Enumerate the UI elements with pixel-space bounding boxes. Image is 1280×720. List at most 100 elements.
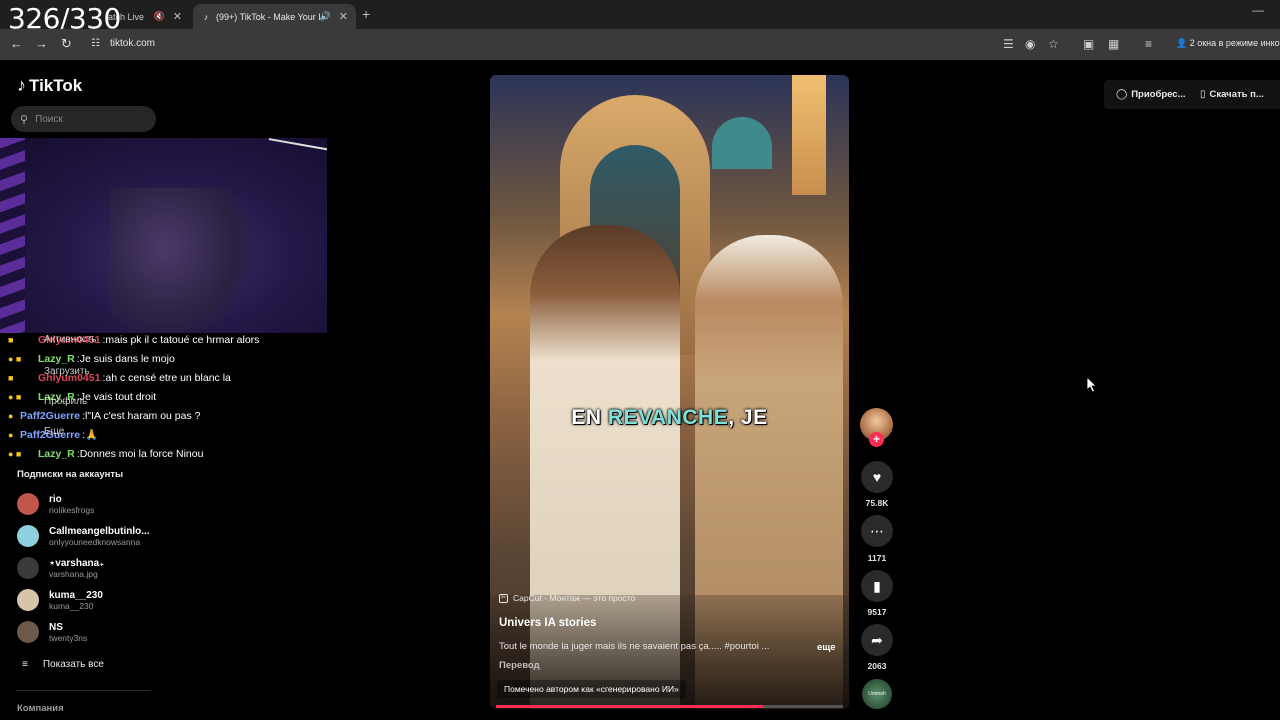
divider (16, 690, 151, 691)
download-label: Скачать п... (1209, 88, 1264, 100)
chat-message: Je vais tout droit (79, 390, 157, 403)
subscription-handle: riolikesfrogs (49, 504, 95, 515)
capcut-link[interactable]: ✂ CapCut - Монтаж — это просто (499, 593, 635, 603)
new-tab-button[interactable]: + (362, 6, 370, 22)
tiktok-icon: ♪ (203, 11, 209, 22)
like-count: 75.8K (865, 498, 889, 508)
subscription-item[interactable]: kuma__230 kuma__230 (17, 586, 103, 614)
chat-user: Lazy_R (38, 352, 75, 365)
logo-text: TikTok (29, 75, 83, 95)
video-player[interactable]: EN REVANCHE, JE ✂ CapCut - Монтаж — это … (490, 75, 849, 709)
disc-label: Ummah (868, 691, 886, 697)
sidebar-item-upload[interactable]: Загрузить (44, 366, 90, 377)
close-icon[interactable]: ✕ (339, 10, 348, 23)
chat-message: mais pk il c tatoué ce hrmar alors (105, 333, 260, 346)
badge-icon: ● ■ (8, 448, 22, 459)
webcam-overlay (0, 138, 327, 333)
reading-list-icon[interactable]: ≡ (1145, 37, 1152, 51)
save-button[interactable]: ▮ (861, 570, 893, 602)
show-all-button[interactable]: ≡ Показать все (22, 659, 104, 670)
caption-rest: , JE (728, 406, 768, 429)
chat-message: Donnes moi la force Ninou (79, 447, 204, 460)
search-input[interactable]: ⚲ Поиск (11, 106, 156, 132)
sidebar-item-activity[interactable]: Активность (44, 334, 97, 345)
extension-icon[interactable]: ▣ (1083, 37, 1094, 51)
video-author[interactable]: Univers IA stories (499, 617, 596, 629)
incognito-indicator[interactable]: 👤 2 окна в режиме инког (1176, 38, 1280, 49)
subscription-item[interactable]: NS twenty3ns (17, 618, 87, 646)
subscription-handle: twenty3ns (49, 632, 88, 643)
avatar (17, 621, 39, 643)
puzzle-icon[interactable]: ▦ (1108, 37, 1119, 51)
subscription-name: ⋆varshana₊ (49, 557, 105, 569)
subscription-item[interactable]: Callmeangelbutinlo... onlyyouneedknowsann… (17, 522, 150, 550)
caption-highlight: REVANCHE (607, 406, 729, 429)
caption-plain: EN (571, 406, 608, 429)
comment-icon: ⋯ (870, 522, 884, 539)
reload-icon[interactable]: ↻ (61, 36, 72, 52)
back-icon[interactable]: ← (10, 36, 23, 51)
coin-icon: ◯ (1116, 88, 1128, 100)
translate-button[interactable]: Перевод (499, 660, 540, 671)
music-disc[interactable]: Ummah (862, 679, 892, 709)
like-button[interactable]: ♥ (861, 461, 893, 493)
sidebar-item-more[interactable]: Еще (44, 426, 64, 437)
badge-icon: ● ■ (8, 391, 22, 402)
chat-message: l"IA c'est haram ou pas ? (85, 409, 201, 422)
star-icon[interactable]: ☆ (1048, 37, 1059, 51)
badge-icon: ■ (8, 372, 14, 383)
tiktok-note-icon: ♪ (17, 75, 26, 95)
progress-fill (496, 705, 764, 708)
ai-generated-tag: Помечено автором как «сгенерировано ИИ» (497, 680, 686, 698)
translate-icon[interactable]: ☰ (1003, 37, 1014, 51)
speaker-icon[interactable]: 🔊 (320, 11, 331, 22)
badge-icon: ■ (8, 334, 14, 345)
minimize-button[interactable]: — (1252, 3, 1264, 17)
bookmark-icon: ▮ (873, 577, 881, 594)
list-icon: ≡ (22, 659, 28, 670)
show-all-label: Показать все (42, 659, 104, 670)
avatar (17, 493, 39, 515)
capcut-icon: ✂ (499, 593, 508, 603)
company-link[interactable]: Компания (17, 703, 64, 714)
tiktok-logo[interactable]: ♪ TikTok (17, 75, 82, 96)
chat-line: ● ■ Lazy_R: Donnes moi la force Ninou (8, 447, 204, 460)
badge-icon: ● (8, 410, 14, 421)
url-field[interactable]: tiktok.com (110, 38, 155, 49)
subscriptions-title: Подписки на аккаунты (17, 469, 124, 480)
share-icon: ➦ (871, 631, 883, 648)
search-placeholder: Поиск (35, 113, 63, 125)
follow-plus-icon[interactable]: + (869, 432, 884, 447)
avatar (17, 525, 39, 547)
share-count: 2063 (867, 661, 887, 671)
video-scene-dome (712, 117, 772, 169)
subscription-handle: kuma__230 (49, 600, 94, 611)
site-settings-icon[interactable]: ☷ (91, 38, 100, 49)
video-caption: EN REVANCHE, JE (490, 406, 849, 430)
eye-off-icon[interactable]: ◉ (1025, 37, 1035, 51)
sidebar-item-profile[interactable]: Профиль (44, 396, 87, 407)
subscription-name: kuma__230 (49, 589, 103, 601)
close-icon[interactable]: ✕ (173, 10, 182, 23)
chat-line: ● Paff2Guerre: l"IA c'est haram ou pas ? (8, 409, 201, 422)
webcam-wall (0, 138, 25, 333)
video-description: Tout le monde la juger mais ils ne savai… (499, 641, 770, 652)
forward-icon[interactable]: → (35, 36, 48, 51)
video-progress-bar[interactable] (496, 705, 843, 708)
chat-message: Je suis dans le mojo (79, 352, 175, 365)
subscription-name: NS (49, 621, 63, 633)
download-app-button[interactable]: ▯ Скачать п... (1200, 82, 1264, 106)
buy-coins-button[interactable]: ◯ Приобрес... (1116, 82, 1186, 106)
subscription-item[interactable]: rio riolikesfrogs (17, 490, 94, 518)
subscription-name: rio (49, 493, 62, 505)
heart-icon: ♥ (872, 469, 882, 485)
see-more-button[interactable]: еще (817, 642, 836, 653)
browser-tab-2[interactable]: ♪ (99+) TikTok - Make Your Da 🔊 ✕ (193, 4, 356, 29)
subscription-handle: varshana.jpg (49, 568, 98, 579)
subscription-item[interactable]: ⋆varshana₊ varshana.jpg (17, 554, 104, 582)
comment-button[interactable]: ⋯ (861, 515, 893, 547)
mute-icon[interactable]: 🔇 (154, 11, 165, 22)
share-button[interactable]: ➦ (861, 624, 893, 656)
webcam-light (266, 138, 327, 161)
search-icon: ⚲ (20, 113, 29, 126)
